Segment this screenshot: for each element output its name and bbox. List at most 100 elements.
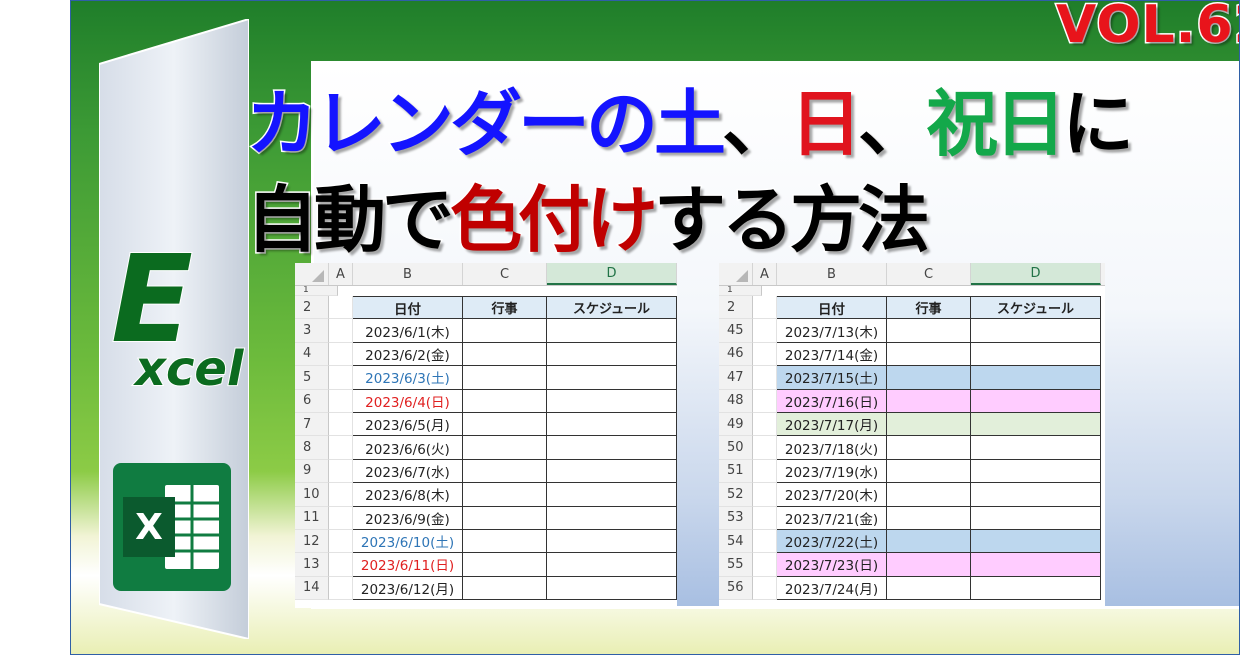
cell-a[interactable] (329, 319, 353, 343)
schedule-cell[interactable] (547, 389, 677, 413)
cell-a[interactable] (329, 483, 353, 507)
column-header-c[interactable]: C (463, 263, 547, 285)
header-cell[interactable]: 行事 (887, 296, 971, 320)
cell-a[interactable] (753, 506, 777, 530)
event-cell[interactable] (463, 529, 547, 554)
schedule-cell[interactable] (971, 436, 1101, 460)
cell-a[interactable] (329, 342, 353, 367)
schedule-cell[interactable] (547, 576, 677, 601)
event-cell[interactable] (463, 412, 547, 437)
date-cell[interactable]: 2023/7/22(土) (777, 529, 887, 554)
schedule-cell[interactable] (547, 436, 677, 460)
cell-a[interactable] (329, 436, 353, 460)
date-cell[interactable]: 2023/7/19(水) (777, 459, 887, 484)
schedule-cell[interactable] (547, 529, 677, 554)
select-all-corner[interactable] (719, 263, 753, 285)
date-cell[interactable]: 2023/6/5(月) (353, 412, 463, 437)
cell-a[interactable] (329, 459, 353, 484)
cell-a[interactable] (753, 459, 777, 484)
event-cell[interactable] (463, 366, 547, 390)
cell-a[interactable] (753, 319, 777, 343)
event-cell[interactable] (887, 436, 971, 460)
date-cell[interactable]: 2023/6/10(土) (353, 529, 463, 554)
date-cell[interactable]: 2023/7/24(月) (777, 576, 887, 601)
event-cell[interactable] (463, 576, 547, 601)
cell-a[interactable] (329, 576, 353, 601)
date-cell[interactable]: 2023/6/4(日) (353, 389, 463, 413)
cell-a[interactable] (753, 529, 777, 554)
cell-a[interactable] (329, 529, 353, 554)
header-cell[interactable]: 日付 (777, 296, 887, 320)
event-cell[interactable] (463, 389, 547, 413)
date-cell[interactable]: 2023/7/13(木) (777, 319, 887, 343)
date-cell[interactable]: 2023/7/21(金) (777, 506, 887, 530)
cell-a[interactable] (753, 553, 777, 577)
schedule-cell[interactable] (971, 553, 1101, 577)
event-cell[interactable] (463, 483, 547, 507)
header-cell[interactable]: 行事 (463, 296, 547, 320)
cell-a[interactable] (329, 389, 353, 413)
date-cell[interactable]: 2023/6/12(月) (353, 576, 463, 601)
event-cell[interactable] (463, 436, 547, 460)
schedule-cell[interactable] (971, 506, 1101, 530)
cell-a[interactable] (329, 296, 353, 320)
schedule-cell[interactable] (971, 529, 1101, 554)
schedule-cell[interactable] (971, 483, 1101, 507)
schedule-cell[interactable] (971, 412, 1101, 437)
event-cell[interactable] (887, 459, 971, 484)
date-cell[interactable]: 2023/6/6(火) (353, 436, 463, 460)
date-cell[interactable]: 2023/6/7(水) (353, 459, 463, 484)
event-cell[interactable] (887, 529, 971, 554)
event-cell[interactable] (887, 483, 971, 507)
column-header-c[interactable]: C (887, 263, 971, 285)
event-cell[interactable] (887, 319, 971, 343)
cell-a[interactable] (753, 412, 777, 437)
event-cell[interactable] (887, 389, 971, 413)
cell-a[interactable] (753, 436, 777, 460)
schedule-cell[interactable] (547, 342, 677, 367)
schedule-cell[interactable] (971, 342, 1101, 367)
date-cell[interactable]: 2023/6/3(土) (353, 366, 463, 390)
event-cell[interactable] (887, 366, 971, 390)
event-cell[interactable] (463, 342, 547, 367)
event-cell[interactable] (887, 553, 971, 577)
schedule-cell[interactable] (547, 553, 677, 577)
event-cell[interactable] (887, 342, 971, 367)
date-cell[interactable]: 2023/7/18(火) (777, 436, 887, 460)
schedule-cell[interactable] (547, 506, 677, 530)
cell-a[interactable] (753, 366, 777, 390)
date-cell[interactable]: 2023/7/23(日) (777, 553, 887, 577)
schedule-cell[interactable] (971, 459, 1101, 484)
cell-a[interactable] (753, 342, 777, 367)
event-cell[interactable] (887, 506, 971, 530)
event-cell[interactable] (463, 319, 547, 343)
event-cell[interactable] (463, 506, 547, 530)
cell-a[interactable] (753, 576, 777, 601)
cell-a[interactable] (753, 389, 777, 413)
date-cell[interactable]: 2023/6/1(木) (353, 319, 463, 343)
select-all-corner[interactable] (295, 263, 329, 285)
header-cell[interactable]: スケジュール (971, 296, 1101, 320)
date-cell[interactable]: 2023/7/16(日) (777, 389, 887, 413)
column-header-a[interactable]: A (753, 263, 777, 285)
cell-a[interactable] (329, 553, 353, 577)
header-cell[interactable]: スケジュール (547, 296, 677, 320)
schedule-cell[interactable] (971, 319, 1101, 343)
date-cell[interactable]: 2023/6/2(金) (353, 342, 463, 367)
cell-a[interactable] (329, 506, 353, 530)
column-header-d[interactable]: D (971, 263, 1101, 285)
cell-a[interactable] (753, 483, 777, 507)
schedule-cell[interactable] (547, 459, 677, 484)
schedule-cell[interactable] (971, 366, 1101, 390)
schedule-cell[interactable] (971, 576, 1101, 601)
column-header-d[interactable]: D (547, 263, 677, 285)
schedule-cell[interactable] (547, 483, 677, 507)
header-cell[interactable]: 日付 (353, 296, 463, 320)
date-cell[interactable]: 2023/6/8(木) (353, 483, 463, 507)
event-cell[interactable] (463, 553, 547, 577)
schedule-cell[interactable] (547, 366, 677, 390)
schedule-cell[interactable] (547, 412, 677, 437)
cell-a[interactable] (329, 412, 353, 437)
date-cell[interactable]: 2023/7/15(土) (777, 366, 887, 390)
event-cell[interactable] (887, 576, 971, 601)
